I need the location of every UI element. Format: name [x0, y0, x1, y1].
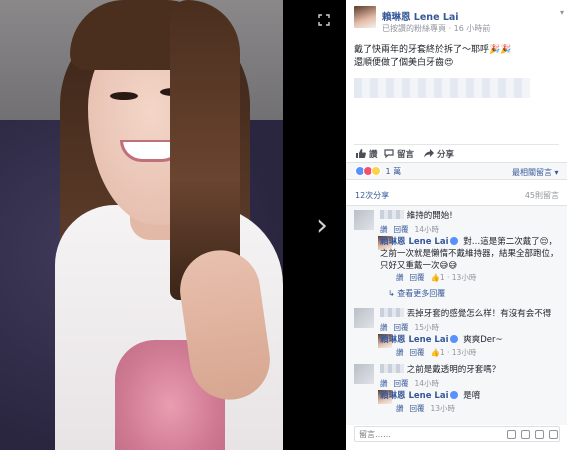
like-button[interactable]: 讚 [356, 148, 378, 160]
comment-sort-dropdown[interactable]: 最相關留言 ▾ [512, 167, 559, 178]
reply-meta: 讚回覆 13小時 [396, 403, 455, 414]
comment-meta: 讚回覆 15小時 [380, 322, 439, 333]
reactions-bar: 1 萬 最相關留言 ▾ [346, 162, 567, 180]
replier-name[interactable]: 賴琳恩 Lene Lai [380, 237, 448, 247]
view-more-replies-label: 查看更多回覆 [397, 289, 446, 298]
reply-like-link[interactable]: 讚 [396, 348, 404, 357]
camera-icon[interactable] [507, 430, 516, 439]
sticker-icon[interactable] [549, 430, 558, 439]
reply-like-count: 1 [439, 348, 445, 357]
comment-button[interactable]: 留言 [384, 148, 414, 160]
reply-reply-link[interactable]: 回覆 [410, 273, 425, 282]
next-photo-chevron-icon[interactable]: › [316, 208, 328, 243]
share-stats: 12次分享 45則留言 [346, 190, 567, 204]
comment-composer [354, 426, 560, 442]
reply-like-icon: 👍 [430, 273, 440, 282]
post-message-line-1: 戴了快兩年的牙套終於拆了～耶呼🎉🎉 [354, 45, 512, 55]
replier-name[interactable]: 賴琳恩 Lene Lai [380, 335, 448, 345]
reply-body: 賴琳恩 Lene Lai 對…這是第二次戴了😌，之前一次就是懶惰不戴維持器，結果… [380, 236, 560, 272]
post-message-line-2: 還順便做了個美白牙齒😍 [354, 58, 454, 68]
commenter-name-blurred [380, 210, 404, 219]
reply-item: 賴琳恩 Lene Lai 爽爽Der~ 讚回覆 👍1 · 13小時 [354, 334, 559, 362]
comment-list: 維持的開始! 讚回覆 14小時 賴琳恩 Lene Lai 對…這是第二次戴了😌，之… [346, 205, 567, 425]
post-subtitle: 已按讚的粉絲專頁 · 16 小時前 [382, 24, 491, 33]
reply-body: 賴琳恩 Lene Lai 爽爽Der~ [380, 334, 560, 346]
comment-body: 丟掉牙套的感覺怎么样！有沒有会不得 [380, 308, 560, 320]
comment-text: 丟掉牙套的感覺怎么样！有沒有会不得 [406, 309, 552, 319]
chevron-down-icon[interactable]: ▾ [560, 8, 564, 17]
blurred-content [354, 78, 530, 98]
commenter-avatar[interactable] [354, 210, 374, 230]
reply-text: 爽爽Der~ [463, 335, 503, 345]
comment-reply-link[interactable]: 回覆 [394, 323, 409, 332]
reply-time: 13小時 [451, 348, 477, 357]
comment-time: 14小時 [414, 225, 440, 234]
photo-viewer: › [0, 0, 346, 450]
reply-like-link[interactable]: 讚 [396, 404, 404, 413]
verified-badge-icon [450, 237, 459, 245]
verified-badge-icon [450, 335, 459, 343]
comment-input[interactable] [359, 428, 499, 440]
view-more-replies-link[interactable]: ↳ 查看更多回覆 [388, 288, 445, 299]
comment-time: 15小時 [414, 323, 440, 332]
like-label: 讚 [369, 150, 378, 160]
reply-reply-link[interactable]: 回覆 [410, 348, 425, 357]
verified-badge-icon [450, 391, 459, 399]
comment-meta: 讚回覆 14小時 [380, 224, 439, 235]
reply-item: 賴琳恩 Lene Lai 是唷 讚回覆 13小時 [354, 390, 559, 418]
commenter-name-blurred [380, 308, 404, 317]
comment-sort-label: 最相關留言 [512, 168, 552, 177]
gif-icon[interactable] [535, 430, 544, 439]
share-count[interactable]: 12次分享 [355, 190, 389, 201]
commenter-avatar[interactable] [354, 364, 374, 384]
reply-like-link[interactable]: 讚 [396, 273, 404, 282]
comment-count: 45則留言 [524, 191, 559, 200]
commenter-avatar[interactable] [354, 308, 374, 328]
reply-meta: 讚回覆 👍1 · 13小時 [396, 348, 477, 357]
comment-body: 之前是戴透明的牙套嗎？ [380, 364, 560, 376]
comment-label: 留言 [397, 150, 415, 160]
comment-meta: 讚回覆 14小時 [380, 378, 439, 389]
thumbs-up-icon [356, 149, 366, 158]
comment-like-link[interactable]: 讚 [380, 323, 388, 332]
post-photo[interactable] [0, 0, 283, 450]
reaction-summary[interactable]: 1 萬 [355, 166, 401, 177]
reaction-count: 1 萬 [385, 167, 402, 176]
post-actions: 讚 留言 分享 [354, 144, 559, 160]
reply-like-count: 1 [439, 273, 445, 282]
reply-reply-link[interactable]: 回覆 [410, 404, 425, 413]
emoji-icon[interactable] [521, 430, 530, 439]
reply-text: 是唷 [463, 391, 481, 401]
comment-reply-link[interactable]: 回覆 [394, 379, 409, 388]
fullscreen-icon[interactable] [318, 14, 330, 26]
commenter-name-blurred [380, 364, 404, 373]
reply-time: 13小時 [451, 273, 477, 282]
reply-body: 賴琳恩 Lene Lai 是唷 [380, 390, 560, 402]
reply-meta: 讚回覆 👍1 · 13小時 [396, 273, 477, 282]
comment-text: 維持的開始! [406, 211, 453, 221]
comment-icon [384, 149, 394, 158]
author-name[interactable]: 賴琳恩 Lene Lai [382, 9, 459, 23]
photo-eye-left [110, 92, 138, 100]
wow-reaction-icon [371, 166, 381, 176]
reply-time: 13小時 [430, 404, 456, 413]
post-header: 賴琳恩 Lene Lai 已按讚的粉絲專頁 · 16 小時前 ▾ [354, 6, 564, 36]
share-label: 分享 [437, 150, 455, 160]
reply-item: 賴琳恩 Lene Lai 對…這是第二次戴了😌，之前一次就是懶惰不戴維持器，結果… [354, 236, 559, 294]
reply-like-icon: 👍 [430, 348, 440, 357]
author-avatar[interactable] [354, 6, 376, 28]
comment-body: 維持的開始! [380, 210, 560, 222]
comment-time: 14小時 [414, 379, 440, 388]
comment-text: 之前是戴透明的牙套嗎？ [406, 365, 501, 375]
comment-like-link[interactable]: 讚 [380, 225, 388, 234]
comment-like-link[interactable]: 讚 [380, 379, 388, 388]
post-panel: 賴琳恩 Lene Lai 已按讚的粉絲專頁 · 16 小時前 ▾ 戴了快兩年的牙… [346, 0, 567, 450]
share-button[interactable]: 分享 [424, 148, 454, 160]
comment-reply-link[interactable]: 回覆 [394, 225, 409, 234]
post-message: 戴了快兩年的牙套終於拆了～耶呼🎉🎉 還順便做了個美白牙齒😍 [354, 44, 559, 70]
replier-name[interactable]: 賴琳恩 Lene Lai [380, 391, 448, 401]
share-icon [424, 149, 434, 158]
